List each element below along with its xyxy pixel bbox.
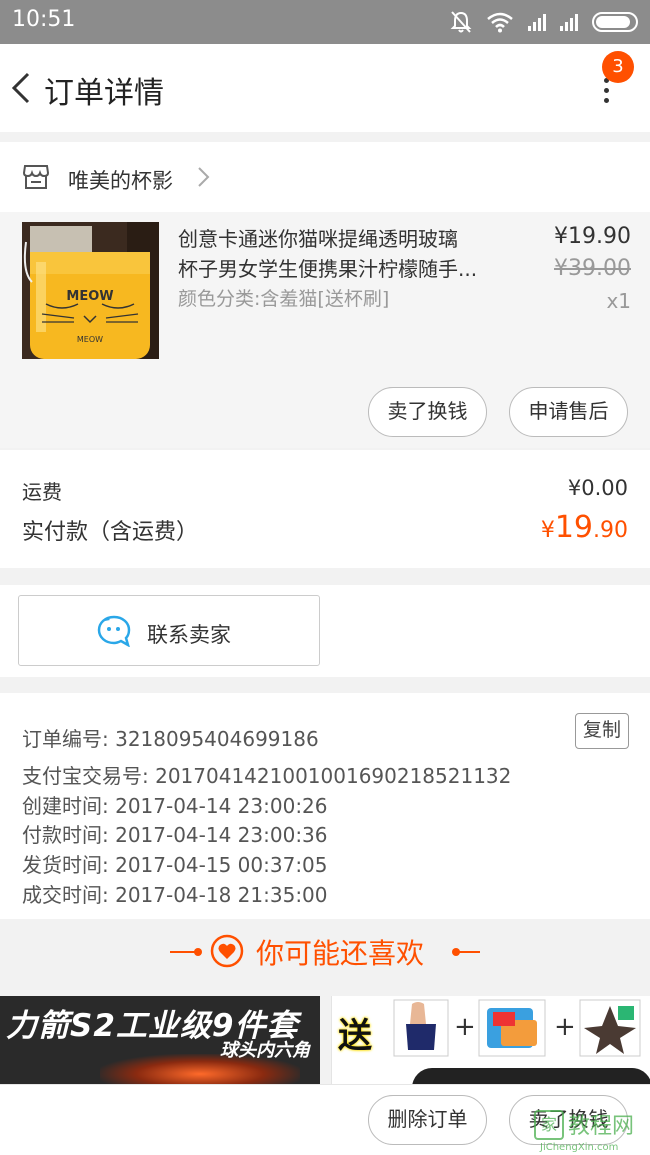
phone-stand-image [579,999,641,1057]
fee-summary: 运费 ¥0.00 实付款（含运费） ¥19.90 [0,450,650,568]
chevron-right-icon [198,167,210,187]
signal-icon-2 [560,13,578,31]
product-price: ¥19.90 [554,224,631,249]
page-title: 订单详情 [44,76,164,111]
alipay-trade-number: 支付宝交易号: 2017041421001001690218521132 [22,764,512,788]
shop-icon [22,165,50,189]
watermark: 家 教程网 JiChengXin.com [530,1100,650,1155]
jar-label-top: MEOW [66,289,113,304]
divider-right [456,951,480,953]
copy-button[interactable]: 复制 [575,713,629,749]
sell-button[interactable]: 卖了换钱 [368,387,487,437]
back-arrow-icon[interactable] [8,66,36,110]
status-bar: 10:51 [0,0,650,44]
jar-label-bottom: MEOW [77,335,103,344]
paid-label: 实付款（含运费） [22,520,199,545]
paid-time: 付款时间: 2017-04-14 23:00:36 [22,823,328,847]
product-image[interactable]: MEOW MEOW [22,222,159,359]
shipping-label: 运费 [22,480,62,504]
more-menu-icon[interactable] [598,78,614,112]
order-item[interactable]: MEOW MEOW 创意卡通迷你猫咪提绳透明玻璃 杯子男女学生便携果汁柠檬随手.… [0,212,650,448]
watermark-text: 教程网 [568,1114,635,1139]
battery-icon [592,12,638,32]
after-sale-button[interactable]: 申请售后 [509,387,628,437]
divider-dot-left [194,948,202,956]
paid-symbol: ¥ [540,518,555,543]
mute-bell-icon [450,11,472,33]
status-time: 10:51 [12,7,76,32]
product-quantity: x1 [606,289,631,313]
created-time: 创建时间: 2017-04-14 23:00:26 [22,794,328,818]
product-name-line1: 创意卡通迷你猫咪提绳透明玻璃 [178,227,458,251]
completed-time: 成交时间: 2017-04-18 21:35:00 [22,883,328,907]
recommend-item-2[interactable]: 送 + + [331,996,650,1084]
notification-badge: 3 [602,51,634,83]
order-number: 订单编号: 3218095404699186 [22,727,319,751]
wifi-icon [487,12,513,33]
ad2-title: 送 [338,1016,372,1056]
shop-row[interactable]: 唯美的杯影 [0,142,650,212]
order-info: 订单编号: 3218095404699186 支付宝交易号: 201704142… [0,693,650,919]
paid-amount: ¥19.90 [541,510,628,545]
heart-icon [210,934,244,968]
accessory-image [478,999,546,1057]
product-photo: MEOW MEOW [22,222,159,359]
shipping-value: ¥0.00 [567,476,628,500]
ad2-band [412,1068,650,1084]
nav-bar: 订单详情 3 [0,44,650,132]
signal-icon [528,13,546,31]
contact-seller-button[interactable]: 联系卖家 [18,595,320,666]
paid-dec: .90 [593,518,628,543]
plus-sign-1: + [454,1012,476,1042]
shipped-time: 发货时间: 2017-04-15 00:37:05 [22,853,328,877]
recommend-header: 你可能还喜欢 [0,920,650,984]
ad1-subtitle: 球头内六角 [220,1040,310,1061]
watermark-url: JiChengXin.com [540,1142,619,1153]
shop-name[interactable]: 唯美的杯影 [68,165,173,195]
watermark-logo: 家 [534,1110,564,1140]
product-sku: 颜色分类:含羞猫[送杯刷] [178,288,390,310]
wristband-image [393,999,449,1057]
chat-bubble-icon [97,615,131,647]
product-name[interactable]: 创意卡通迷你猫咪提绳透明玻璃 杯子男女学生便携果汁柠檬随手... [178,224,518,284]
status-icons [450,10,638,34]
paid-int: 19 [554,510,593,545]
product-original-price: ¥39.00 [554,256,631,281]
delete-order-button[interactable]: 删除订单 [368,1095,487,1145]
recommend-title: 你可能还喜欢 [256,937,425,970]
contact-section: 联系卖家 [0,585,650,677]
recommend-item-1[interactable]: 力箭S2工业级9件套 球头内六角 [0,996,320,1084]
contact-seller-label: 联系卖家 [147,623,231,647]
plus-sign-2: + [554,1012,576,1042]
product-name-line2: 杯子男女学生便携果汁柠檬随手... [178,257,478,281]
